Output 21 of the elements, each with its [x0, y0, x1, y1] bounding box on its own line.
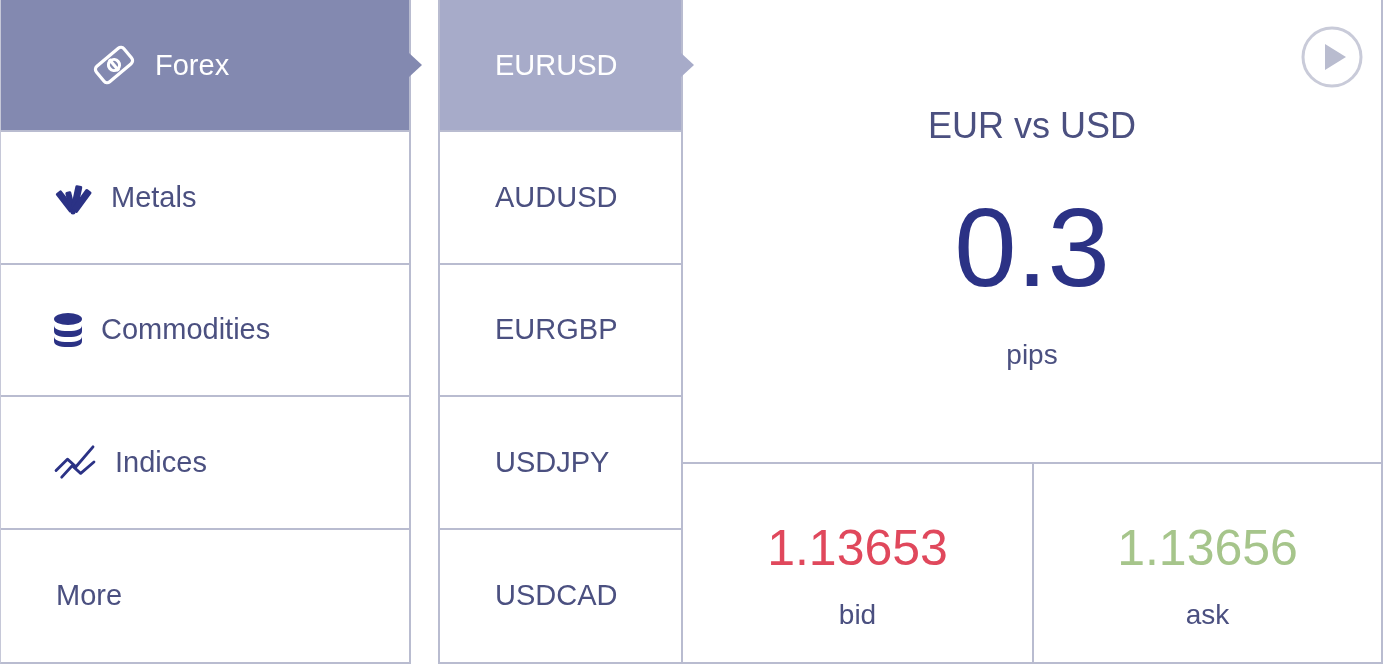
category-tab[interactable]: More: [1, 529, 409, 662]
currency-pair-tab[interactable]: USDJPY: [440, 397, 681, 530]
play-icon[interactable]: [1301, 26, 1363, 88]
price-label: bid: [838, 598, 877, 632]
currency-pair-tab[interactable]: AUDUSD: [440, 132, 681, 265]
category-tab[interactable]: Commodities: [1, 264, 409, 398]
line-chart-icon: [53, 444, 97, 481]
coin-stack-icon: [53, 312, 83, 348]
price-label: ask: [1185, 598, 1230, 632]
spread-value: 0.3: [954, 192, 1110, 304]
category-tab[interactable]: Indices: [1, 397, 409, 530]
selection-pointer-icon: [409, 53, 422, 78]
price-value: 1.13653: [767, 519, 948, 578]
spread-unit: pips: [1006, 338, 1058, 372]
banknote-icon: [91, 45, 137, 86]
category-tab[interactable]: Metals: [1, 132, 409, 265]
currency-pair-tab[interactable]: USDCAD: [440, 529, 681, 662]
pair-title: EUR vs USD: [928, 104, 1136, 148]
currency-pair-tab[interactable]: EURGBP: [440, 264, 681, 398]
price-value: 1.13656: [1117, 519, 1298, 578]
selection-pointer-icon: [681, 53, 694, 78]
